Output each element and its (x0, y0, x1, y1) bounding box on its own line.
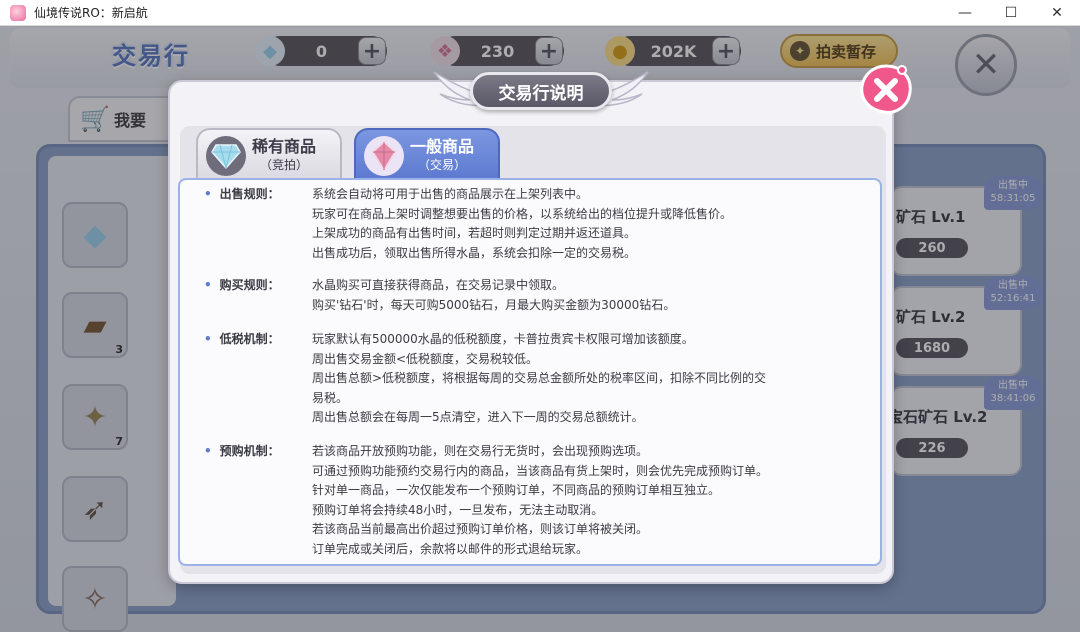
rule-line: 可通过预购功能预约交易行内的商品，当该商品有货上架时，则会优先完成预购订单。 (312, 463, 769, 478)
app-icon (10, 4, 26, 21)
rule-line: 若该商品开放预购功能，则在交易行无货时，会出现预购选项。 (312, 444, 649, 458)
tab-general-sublabel: （交易） (418, 158, 467, 172)
section-label: 购买规则： (204, 276, 280, 293)
rule-line: 上架成功的商品有出售时间，若超时则判定过期并返还道具。 (312, 226, 637, 241)
section-label: 出售规则： (204, 185, 280, 202)
rule-line: 订单完成或关闭后，余款将以邮件的形式退给玩家。 (312, 541, 589, 556)
section-label: 预购机制： (204, 442, 280, 459)
rule-line: 周出售总额会在每周一5点清空，进入下一周的交易总额统计。 (312, 410, 644, 425)
tab-general-goods[interactable]: 一般商品 （交易） (354, 128, 500, 182)
rule-line: 周出售总额>低税额度，将根据每周的交易总金额所处的税率区间，扣除不同比例的交 (312, 371, 767, 386)
rule-line: 水晶购买可直接获得商品，在交易记录中领取。 (312, 278, 565, 292)
window-controls: — ☐ ✕ (942, 0, 1080, 26)
rule-line: 预购订单将会持续48小时，一旦发布，无法主动取消。 (312, 502, 604, 517)
rule-line: 易税。 (312, 390, 349, 405)
rule-line: 若该商品当前最高出价超过预购订单价格，则该订单将被关闭。 (312, 522, 649, 537)
modal-title: 交易行说明 (470, 72, 612, 110)
window-title: 仙境传说RO：新启航 (34, 6, 148, 20)
window-titlebar: 仙境传说RO：新启航 — ☐ ✕ (0, 0, 1080, 26)
crystal-icon (364, 136, 404, 176)
section-label: 低税机制： (204, 330, 280, 347)
rule-line: 周出售交易金额<低税额度，交易税较低。 (312, 351, 539, 366)
rule-line: 购买'钻石'时，每天可购5000钻石，月最大购买金额为30000钻石。 (312, 297, 676, 312)
rules-content[interactable]: 出售规则： 系统会自动将可用于出售的商品展示在上架列表中。 玩家可在商品上架时调… (178, 178, 882, 566)
rule-line: 针对单一商品，一次仅能发布一个预购订单，不同商品的预购订单相互独立。 (312, 483, 721, 498)
tab-rare-sublabel: （竞拍） (260, 158, 309, 172)
modal-title-bar: 交易行说明 (430, 60, 652, 122)
minimize-button[interactable]: — (942, 0, 988, 26)
modal-close-button[interactable] (858, 62, 914, 116)
tab-general-label: 一般商品 (410, 137, 475, 156)
tab-rare-goods[interactable]: 稀有商品 （竞拍） (196, 128, 342, 182)
rare-gem-icon (206, 136, 246, 176)
window-close-button[interactable]: ✕ (1034, 0, 1080, 26)
maximize-button[interactable]: ☐ (988, 0, 1034, 26)
tab-rare-label: 稀有商品 (252, 137, 317, 156)
rule-line: 系统会自动将可用于出售的商品展示在上架列表中。 (312, 187, 589, 201)
rule-line: 玩家默认有500000水晶的低税额度，卡普拉贵宾卡权限可增加该额度。 (312, 332, 694, 346)
rule-line: 玩家可在商品上架时调整想要出售的价格，以系统给出的档位提升或降低售价。 (312, 206, 733, 221)
rule-line: 出售成功后，领取出售所得水晶，系统会扣除一定的交易税。 (312, 245, 637, 260)
